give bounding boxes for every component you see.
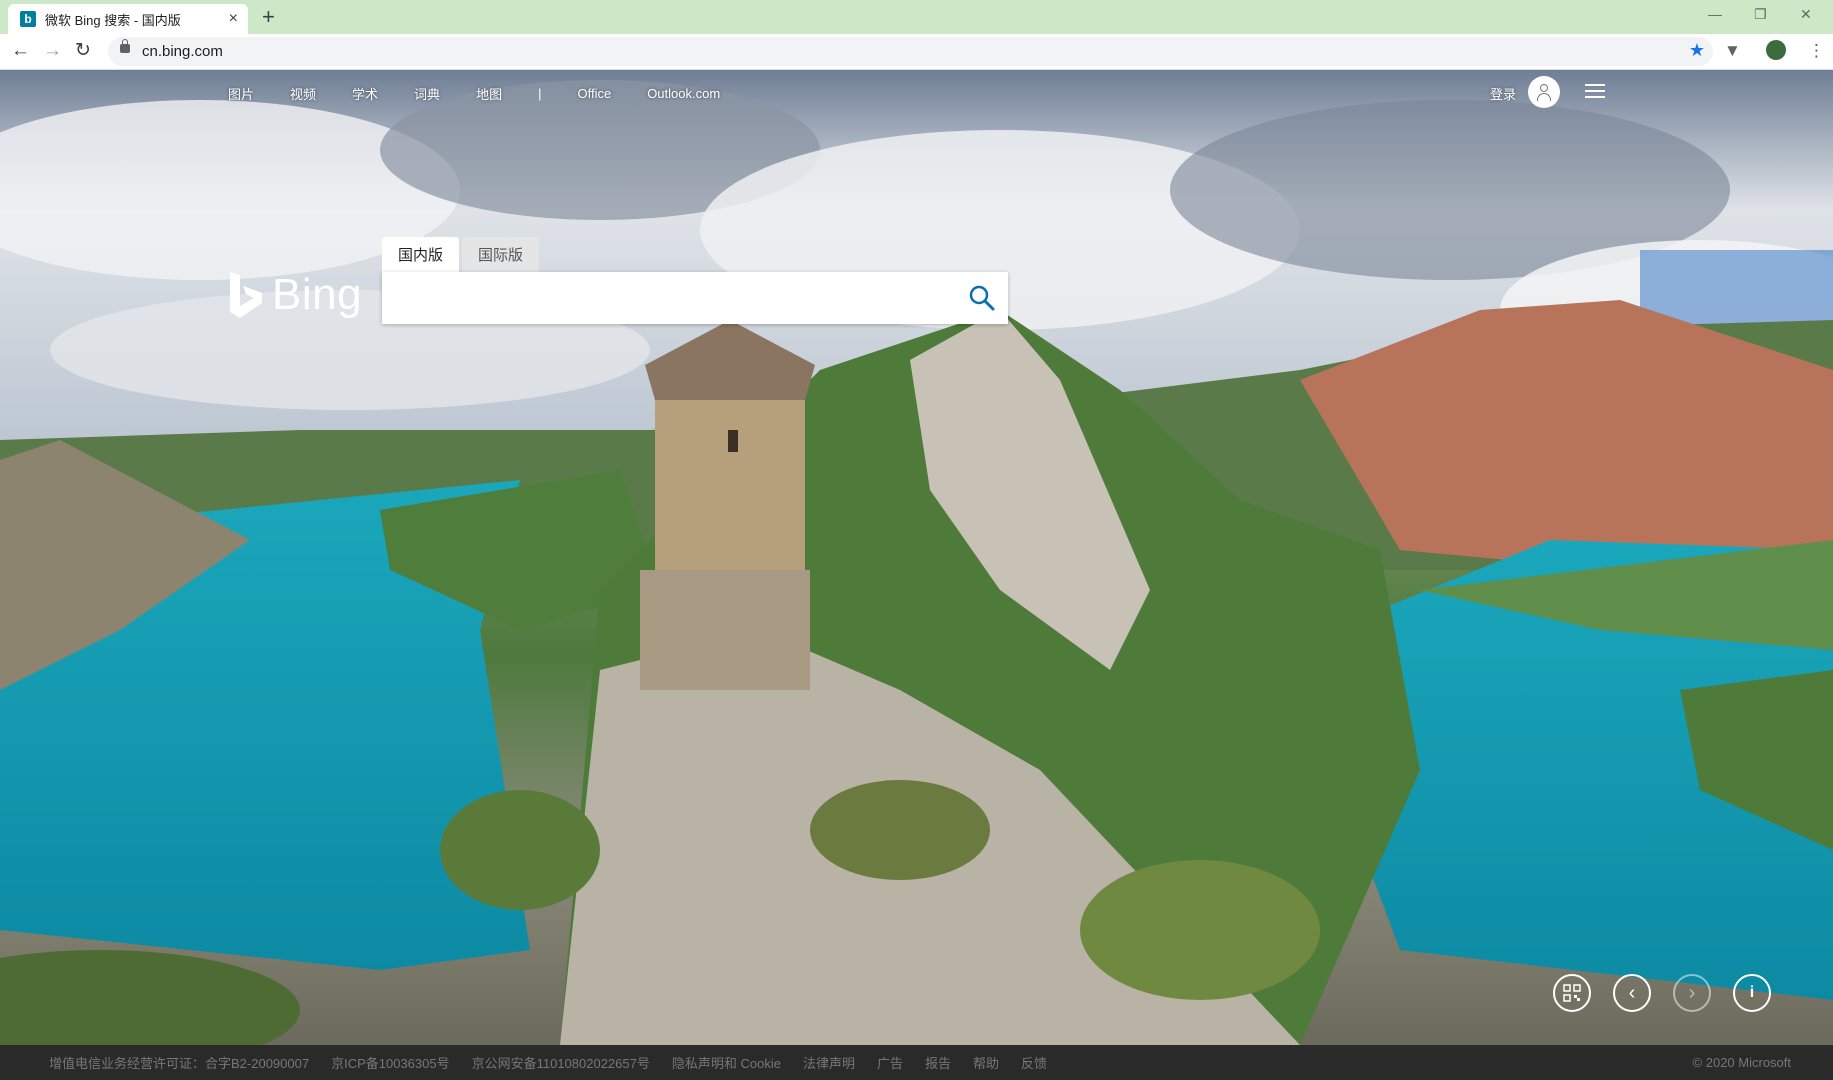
qr-code-icon[interactable] bbox=[1553, 974, 1591, 1012]
search-market-tabs: 国内版 国际版 bbox=[382, 237, 542, 272]
user-avatar-icon[interactable] bbox=[1528, 76, 1560, 108]
info-icon[interactable]: i bbox=[1733, 974, 1771, 1012]
tab-title: 微软 Bing 搜索 - 国内版 bbox=[45, 12, 181, 28]
footer-feedback[interactable]: 反馈 bbox=[1021, 1053, 1047, 1072]
search-icon[interactable] bbox=[966, 282, 998, 314]
footer-police-record[interactable]: 京公网安备11010802022657号 bbox=[472, 1053, 650, 1072]
nav-academic[interactable]: 学术 bbox=[352, 84, 378, 103]
bing-favicon-icon: b bbox=[20, 11, 36, 27]
forward-icon[interactable]: → bbox=[43, 40, 62, 62]
nav-office[interactable]: Office bbox=[577, 86, 611, 101]
footer-help[interactable]: 帮助 bbox=[973, 1053, 999, 1072]
address-bar[interactable]: cn.bing.com ★ bbox=[108, 37, 1713, 66]
signin-link[interactable]: 登录 bbox=[1490, 84, 1516, 103]
tab-international[interactable]: 国际版 bbox=[462, 237, 540, 272]
bing-b-icon bbox=[230, 272, 262, 318]
new-tab-button[interactable]: + bbox=[262, 5, 275, 29]
browser-tab[interactable]: b 微软 Bing 搜索 - 国内版 × bbox=[8, 4, 248, 34]
browser-toolbar: ← → ↻ cn.bing.com ★ ▼ ⋮ bbox=[0, 34, 1833, 70]
footer-privacy[interactable]: 隐私声明和 Cookie bbox=[672, 1053, 781, 1072]
footer-license[interactable]: 增值电信业务经营许可证：合字B2-20090007 bbox=[49, 1053, 309, 1072]
browser-menu-icon[interactable]: ⋮ bbox=[1808, 41, 1825, 61]
bing-wordmark: Bing bbox=[272, 270, 363, 319]
extension-icon[interactable]: ▼ bbox=[1724, 41, 1741, 61]
minimize-icon[interactable]: — bbox=[1708, 6, 1722, 22]
nav-images[interactable]: 图片 bbox=[228, 84, 254, 103]
url-text: cn.bing.com bbox=[142, 43, 223, 60]
footer: 增值电信业务经营许可证：合字B2-20090007 京ICP备10036305号… bbox=[0, 1045, 1833, 1080]
bing-logo[interactable]: Bing bbox=[228, 270, 362, 320]
nav-maps[interactable]: 地图 bbox=[476, 84, 502, 103]
footer-report[interactable]: 报告 bbox=[925, 1053, 951, 1072]
close-tab-icon[interactable]: × bbox=[229, 10, 238, 28]
footer-links: 增值电信业务经营许可证：合字B2-20090007 京ICP备10036305号… bbox=[49, 1053, 1069, 1072]
top-navigation: 图片 视频 学术 词典 地图 | Office Outlook.com bbox=[228, 84, 756, 103]
browser-tab-strip: b 微软 Bing 搜索 - 国内版 × + — ❐ ✕ bbox=[0, 0, 1833, 34]
chevron-right-icon[interactable]: › bbox=[1673, 974, 1711, 1012]
hamburger-menu-icon[interactable] bbox=[1585, 84, 1605, 100]
footer-copyright: © 2020 Microsoft bbox=[1692, 1055, 1791, 1070]
close-window-icon[interactable]: ✕ bbox=[1800, 6, 1812, 23]
footer-ads[interactable]: 广告 bbox=[877, 1053, 903, 1072]
restore-icon[interactable]: ❐ bbox=[1754, 6, 1767, 23]
nav-videos[interactable]: 视频 bbox=[290, 84, 316, 103]
profile-avatar-icon[interactable] bbox=[1766, 40, 1786, 60]
nav-dictionary[interactable]: 词典 bbox=[414, 84, 440, 103]
back-icon[interactable]: ← bbox=[11, 40, 30, 62]
bing-homepage: 图片 视频 学术 词典 地图 | Office Outlook.com 登录 B… bbox=[0, 70, 1833, 1045]
background-landscape-image bbox=[0, 70, 1833, 1045]
search-box bbox=[382, 272, 1008, 324]
search-input[interactable] bbox=[398, 282, 942, 316]
footer-legal[interactable]: 法律声明 bbox=[803, 1053, 855, 1072]
nav-separator: | bbox=[538, 86, 542, 101]
reload-icon[interactable]: ↻ bbox=[75, 40, 91, 62]
chevron-left-icon[interactable]: ‹ bbox=[1613, 974, 1651, 1012]
footer-icp[interactable]: 京ICP备10036305号 bbox=[331, 1053, 450, 1072]
lock-icon bbox=[120, 39, 130, 53]
tab-domestic[interactable]: 国内版 bbox=[382, 237, 460, 272]
nav-outlook[interactable]: Outlook.com bbox=[647, 86, 720, 101]
bookmark-star-icon[interactable]: ★ bbox=[1689, 40, 1705, 61]
